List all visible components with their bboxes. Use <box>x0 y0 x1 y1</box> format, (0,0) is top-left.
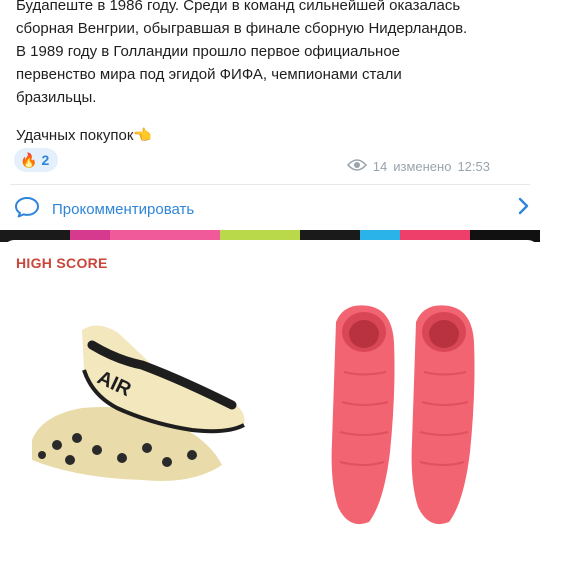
wish-text: Удачных покупок <box>16 127 134 144</box>
chevron-right-icon <box>518 197 530 221</box>
views-count: 14 <box>372 159 388 174</box>
reaction-badge[interactable]: 🔥 2 <box>14 148 59 172</box>
comment-label: Прокомментировать <box>52 200 195 218</box>
pink-boots-image <box>331 305 475 525</box>
divider <box>10 184 530 185</box>
message-time: 12:53 <box>457 159 490 174</box>
reaction-count: 2 <box>41 152 50 168</box>
message-bubble: Будапеште в 1986 году. Среди в команд си… <box>0 0 538 230</box>
comment-button[interactable]: Прокомментировать <box>14 194 530 224</box>
message-meta: 14 изменено 12:53 <box>346 158 490 175</box>
cream-boots-image: AIR <box>32 325 245 481</box>
product-card[interactable]: HIGH SCORE AIR <box>4 240 538 578</box>
card-label: HIGH SCORE <box>16 255 108 271</box>
fire-emoji: 🔥 <box>20 151 38 168</box>
message-closing-line: Удачных покупок👈 <box>16 126 152 144</box>
message-text: Будапеште в 1986 году. Среди в команд си… <box>16 0 468 106</box>
pointing-hand-emoji: 👈 <box>133 127 153 144</box>
eye-icon <box>346 158 367 175</box>
comment-bubble-icon <box>14 196 40 222</box>
edited-label: изменено <box>393 159 452 174</box>
